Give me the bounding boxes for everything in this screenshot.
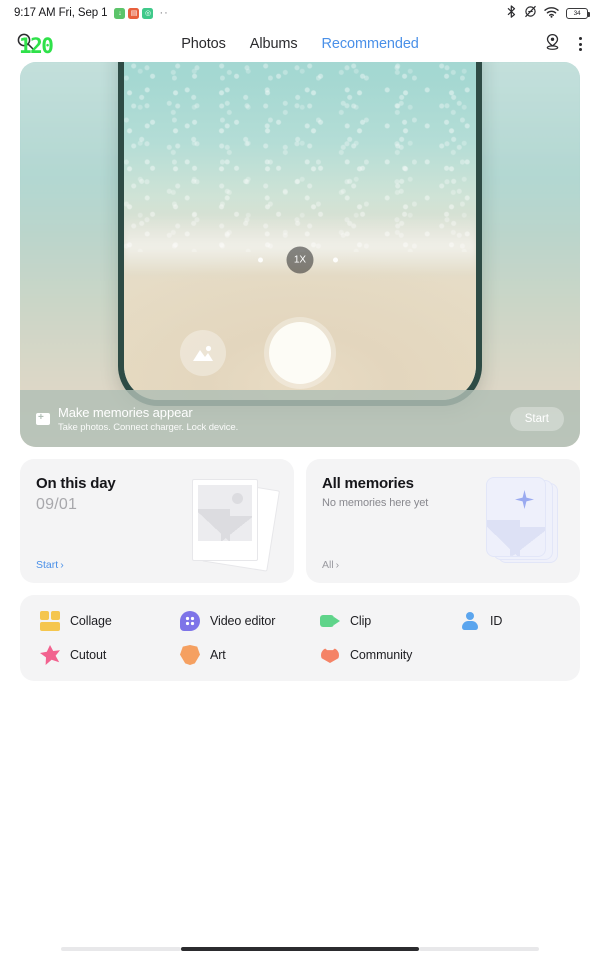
sparkle-card-mountains <box>487 520 545 556</box>
sparkle-card-front <box>486 477 546 557</box>
header-tabs: Photos Albums Recommended <box>0 36 600 52</box>
tool-clip-label: Clip <box>350 614 372 628</box>
chevron-right-icon: › <box>335 559 340 571</box>
tab-albums[interactable]: Albums <box>250 36 298 52</box>
camera-zoom-badge[interactable]: 1X <box>286 246 314 274</box>
polaroid-mountains <box>198 509 252 541</box>
tab-recommended[interactable]: Recommended <box>322 36 419 52</box>
tool-empty-slot <box>440 645 580 665</box>
tool-video-editor[interactable]: Video editor <box>160 611 300 631</box>
status-overflow-dots: ·· <box>159 7 169 19</box>
nav-segment-right <box>419 947 539 951</box>
sparkle-card-icon <box>470 475 558 567</box>
notes-icon: ▤ <box>128 7 140 19</box>
gesture-nav-bar <box>0 938 600 960</box>
more-vertical-icon[interactable] <box>575 35 586 53</box>
hero-caption-title: Make memories appear <box>58 404 193 420</box>
clip-icon <box>320 611 340 631</box>
cutout-icon <box>40 645 60 665</box>
camera-zoom-dot-left <box>258 257 263 263</box>
tab-photos[interactable]: Photos <box>181 36 226 52</box>
do-not-disturb-icon <box>524 5 537 21</box>
sparkle-star-icon <box>515 490 534 509</box>
collage-icon <box>40 611 60 631</box>
tool-community-label: Community <box>350 648 413 662</box>
polaroid-image-area <box>198 485 252 541</box>
battery-indicator: 34 <box>566 7 590 19</box>
status-right-icons: 34 <box>506 5 590 21</box>
tool-collage[interactable]: Collage <box>20 611 160 631</box>
camera-zoom-dot-right <box>333 257 338 263</box>
tool-video-editor-label: Video editor <box>210 614 276 628</box>
hero-caption-subtitle: Take photos. Connect charger. Lock devic… <box>58 421 239 433</box>
all-memories-all-link[interactable]: All › <box>322 559 339 571</box>
tool-id-label: ID <box>490 614 503 628</box>
tool-clip[interactable]: Clip <box>300 611 440 631</box>
tool-cutout[interactable]: Cutout <box>20 645 160 665</box>
bluetooth-icon <box>506 5 517 21</box>
status-time: 9:17 AM Fri, Sep 1 <box>14 7 108 19</box>
hero-caption-texts: Make memories appear Take photos. Connec… <box>58 405 238 433</box>
polaroid-front <box>192 479 258 561</box>
gallery-thumbnail-icon[interactable] <box>180 330 226 376</box>
tools-grid: Collage Video editor Clip ID Cutout Art … <box>20 595 580 681</box>
memory-cards-row: On this day 09/01 Start › All memories N… <box>20 459 580 583</box>
gesture-handle-icon[interactable] <box>181 947 419 951</box>
status-bar: 9:17 AM Fri, Sep 1 ↓ ▤ ◎ ·· 34 <box>0 0 600 26</box>
polaroid-stack-icon <box>182 477 281 572</box>
add-photo-icon <box>36 411 50 425</box>
battery-level: 34 <box>573 9 581 17</box>
tool-id[interactable]: ID <box>440 611 580 631</box>
hero-banner[interactable]: 1X Make memories appear Take photos. Con… <box>20 62 580 447</box>
on-this-day-card[interactable]: On this day 09/01 Start › <box>20 459 294 583</box>
chat-icon: ◎ <box>142 7 154 19</box>
tool-cutout-label: Cutout <box>70 648 107 662</box>
hero-caption-bar: Make memories appear Take photos. Connec… <box>20 390 580 447</box>
status-app-icons: ↓ ▤ ◎ <box>114 7 154 19</box>
shutter-button-icon[interactable] <box>269 322 331 384</box>
location-pin-icon[interactable] <box>544 33 561 56</box>
all-memories-link-label: All <box>322 559 334 571</box>
on-this-day-start-link[interactable]: Start › <box>36 559 64 571</box>
video-editor-icon <box>180 611 200 631</box>
app-header: 120 Photos Albums Recommended <box>0 26 600 62</box>
id-icon <box>460 611 480 631</box>
tool-community[interactable]: Community <box>300 645 440 665</box>
wifi-icon <box>544 6 559 21</box>
all-memories-card[interactable]: All memories No memories here yet All › <box>306 459 580 583</box>
nav-segment-left <box>61 947 181 951</box>
download-icon: ↓ <box>114 7 126 19</box>
art-icon <box>180 645 200 665</box>
tool-art[interactable]: Art <box>160 645 300 665</box>
community-icon <box>320 645 340 665</box>
tool-art-label: Art <box>210 648 226 662</box>
tool-collage-label: Collage <box>70 614 112 628</box>
chevron-right-icon: › <box>60 559 64 571</box>
header-right <box>544 33 586 56</box>
polaroid-sun <box>232 493 243 504</box>
on-this-day-link-label: Start <box>36 559 59 571</box>
hero-start-button[interactable]: Start <box>509 406 564 431</box>
